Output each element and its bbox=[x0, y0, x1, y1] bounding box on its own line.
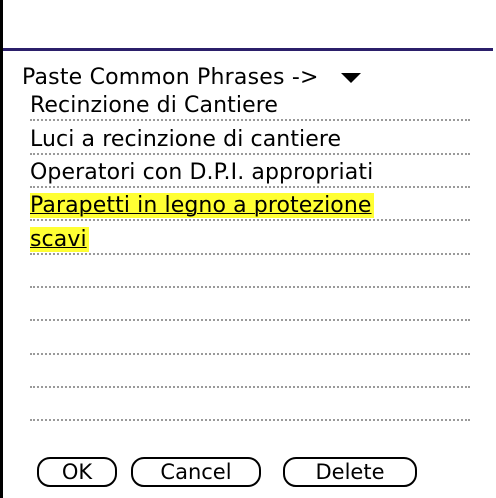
paste-phrases-label: Paste Common Phrases -> bbox=[22, 64, 319, 90]
title-bar-line bbox=[3, 48, 493, 51]
cancel-button[interactable]: Cancel bbox=[131, 457, 261, 487]
delete-button[interactable]: Delete bbox=[283, 457, 417, 487]
note-line-selected: scavi bbox=[30, 222, 89, 252]
note-editor-screen: Paste Common Phrases -> Recinzione di Ca… bbox=[0, 0, 496, 498]
ruled-line bbox=[30, 286, 470, 288]
frame-border bbox=[0, 0, 3, 498]
note-line-text: Luci a recinzione di cantiere bbox=[30, 127, 342, 152]
chevron-down-icon[interactable] bbox=[340, 73, 361, 83]
ok-button[interactable]: OK bbox=[37, 457, 117, 487]
selected-text: scavi bbox=[30, 227, 89, 252]
ruled-line bbox=[30, 419, 470, 421]
selected-text: Parapetti in legno a protezione bbox=[30, 193, 374, 218]
ruled-line bbox=[30, 319, 470, 321]
ruled-line bbox=[30, 353, 470, 355]
note-line: Luci a recinzione di cantiere bbox=[30, 122, 341, 152]
note-line-text: Recinzione di Cantiere bbox=[30, 93, 279, 118]
ruled-line bbox=[30, 253, 470, 255]
note-text-area[interactable]: Recinzione di Cantiere Luci a recinzione… bbox=[30, 88, 470, 428]
ruled-line bbox=[30, 219, 470, 221]
note-line: Recinzione di Cantiere bbox=[30, 88, 278, 118]
note-line-text: Operatori con D.P.I. appropriati bbox=[30, 160, 374, 185]
ruled-line bbox=[30, 386, 470, 388]
ruled-line bbox=[30, 119, 470, 121]
note-line-selected: Parapetti in legno a protezione bbox=[30, 188, 374, 218]
note-line: Operatori con D.P.I. appropriati bbox=[30, 155, 373, 185]
